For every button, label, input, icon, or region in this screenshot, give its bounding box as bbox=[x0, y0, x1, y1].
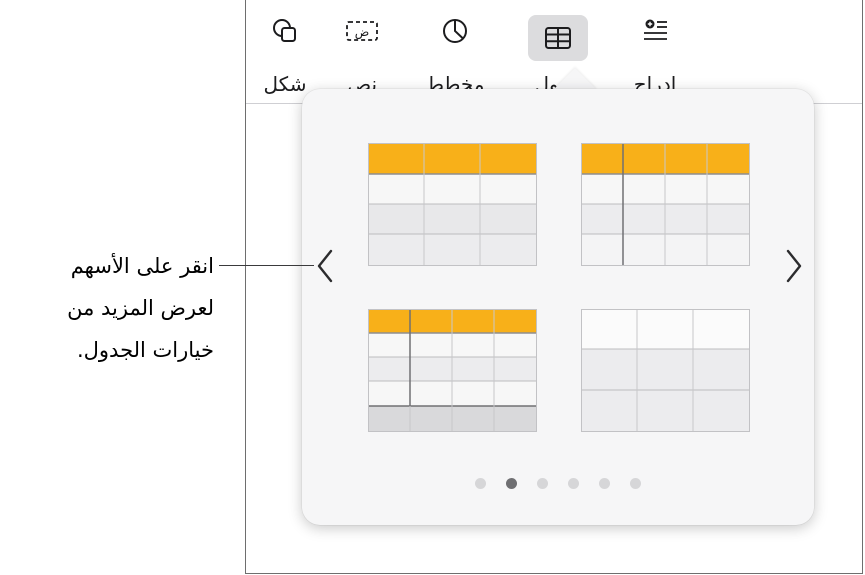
page-dot-6[interactable] bbox=[630, 477, 641, 489]
page-dot-2[interactable] bbox=[506, 477, 517, 489]
page-dot-1[interactable] bbox=[475, 477, 486, 489]
table-style-thumbnail-1[interactable] bbox=[368, 143, 537, 266]
page-dot-3[interactable] bbox=[537, 477, 548, 489]
insert-list-icon bbox=[640, 16, 670, 46]
callout-leader-line bbox=[219, 265, 314, 266]
table-style-thumbnail-4[interactable] bbox=[581, 309, 750, 432]
chevron-right-icon bbox=[786, 249, 802, 283]
callout-text: انقر على الأسهم لعرض المزيد من خيارات ال… bbox=[0, 245, 214, 371]
callout-line-3: خيارات الجدول. bbox=[76, 338, 214, 362]
table-style-thumbnail-3[interactable] bbox=[368, 309, 537, 432]
page-indicator[interactable] bbox=[302, 476, 814, 490]
table-style-thumbnail-2[interactable] bbox=[581, 143, 750, 266]
shape-icon bbox=[270, 16, 300, 46]
svg-text:ض: ض bbox=[355, 25, 370, 40]
page-dot-5[interactable] bbox=[599, 477, 610, 489]
text-box-icon: ض bbox=[344, 16, 380, 46]
previous-page-arrow[interactable] bbox=[311, 246, 341, 286]
toolbar-shape-button[interactable]: شكل bbox=[250, 0, 320, 104]
table-icon bbox=[543, 23, 573, 53]
callout-line-2: لعرض المزيد من bbox=[67, 296, 214, 320]
page-dot-4[interactable] bbox=[568, 477, 579, 489]
callout-line-1: انقر على الأسهم bbox=[70, 254, 214, 278]
popover-pointer bbox=[553, 68, 597, 90]
chart-icon bbox=[440, 16, 470, 46]
next-page-arrow[interactable] bbox=[778, 246, 808, 286]
chevron-left-icon bbox=[317, 249, 333, 283]
